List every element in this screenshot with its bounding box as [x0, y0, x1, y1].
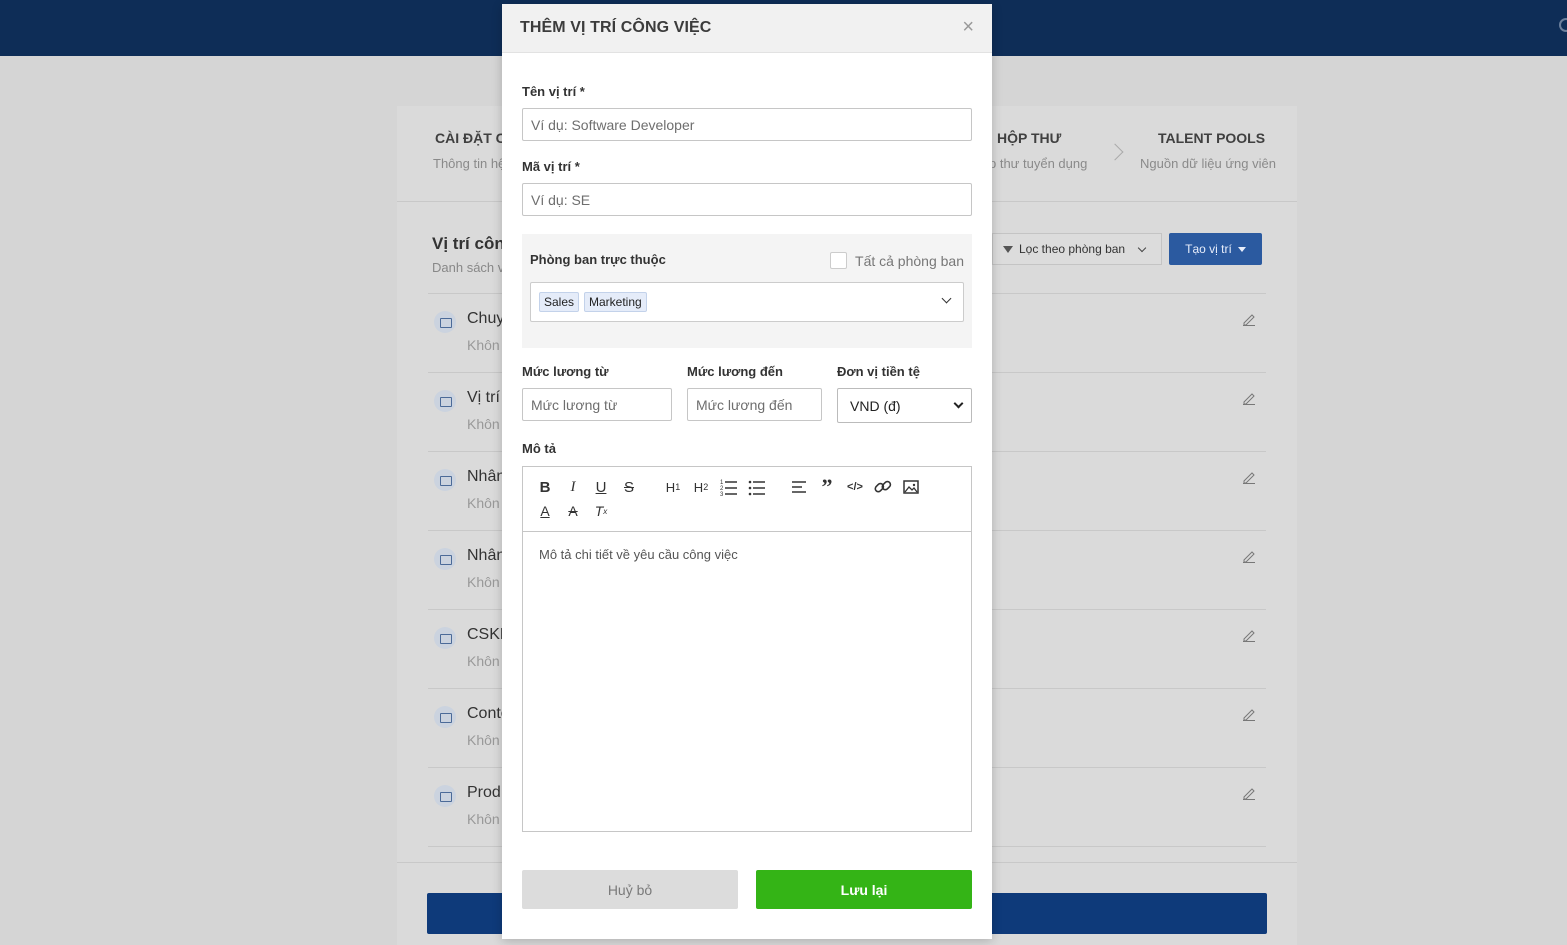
position-name-input[interactable] [522, 108, 972, 141]
filter-department-button[interactable]: Lọc theo phòng ban [992, 233, 1162, 265]
edit-icon[interactable] [1242, 470, 1256, 484]
position-sub: Khôn [467, 337, 500, 353]
align-left-icon[interactable] [789, 477, 809, 497]
step-talent-pools-title[interactable]: TALENT POOLS [1158, 130, 1265, 146]
description-label: Mô tả [522, 441, 556, 456]
code-icon[interactable]: </> [845, 477, 865, 497]
edit-icon[interactable] [1242, 786, 1256, 800]
description-placeholder: Mô tả chi tiết về yêu cầu công việc [539, 547, 738, 562]
step-talent-pools-sub: Nguồn dữ liệu ứng viên [1140, 156, 1276, 171]
italic-icon[interactable]: I [563, 477, 583, 497]
salary-from-label: Mức lương từ [522, 364, 609, 379]
briefcase-icon [434, 706, 456, 728]
step-mailbox-title[interactable]: HỘP THƯ [997, 130, 1061, 146]
position-sub: Khôn [467, 653, 500, 669]
description-editor[interactable]: B I U S H1 H2 123 ” </> A A Tx Mô tả chi… [522, 466, 972, 832]
briefcase-icon [434, 469, 456, 491]
link-icon[interactable] [873, 477, 893, 497]
positions-heading: Vị trí côn [432, 234, 505, 253]
all-departments-checkbox[interactable]: Tất cả phòng ban [830, 252, 964, 269]
filter-department-label: Lọc theo phòng ban [1019, 242, 1126, 256]
position-sub: Khôn [467, 495, 500, 511]
position-title: Nhân [467, 468, 506, 485]
department-label: Phòng ban trực thuộc [530, 252, 666, 267]
modal-title: THÊM VỊ TRÍ CÔNG VIỆC [520, 19, 712, 36]
step-general-title[interactable]: CÀI ĐẶT C [435, 130, 506, 146]
chevron-down-icon [953, 398, 964, 409]
currency-select[interactable]: VND (đ) [837, 388, 972, 423]
edit-icon[interactable] [1242, 312, 1256, 326]
close-icon[interactable]: × [962, 17, 974, 37]
edit-icon[interactable] [1242, 628, 1256, 642]
briefcase-icon [434, 627, 456, 649]
caret-down-icon [1237, 246, 1246, 252]
underline-icon[interactable]: U [591, 477, 611, 497]
create-position-button[interactable]: Tạo vị trí [1169, 233, 1262, 265]
checkbox[interactable] [830, 252, 848, 269]
position-sub: Khôn [467, 732, 500, 748]
position-sub: Khôn [467, 574, 500, 590]
department-tag-marketing[interactable]: Marketing [584, 292, 647, 312]
position-sub: Khôn [467, 416, 500, 432]
background-color-icon[interactable]: A [563, 501, 583, 521]
briefcase-icon [434, 390, 456, 412]
all-departments-label: Tất cả phòng ban [855, 252, 964, 269]
briefcase-icon [434, 311, 456, 333]
bold-icon[interactable]: B [535, 477, 555, 497]
edit-icon[interactable] [1242, 391, 1256, 405]
salary-from-input[interactable] [522, 388, 672, 421]
create-position-label: Tạo vị trí [1185, 242, 1232, 256]
position-title: Nhân [467, 547, 506, 564]
positions-subheading: Danh sách v [432, 260, 505, 275]
step-mailbox-sub: p thư tuyển dụng [989, 156, 1088, 171]
salary-to-input[interactable] [687, 388, 822, 421]
position-title: Chuy [467, 310, 505, 327]
step-arrow-icon [1106, 143, 1124, 161]
heading-1-icon[interactable]: H1 [661, 477, 685, 497]
chevron-down-icon [1137, 243, 1147, 252]
position-sub: Khôn [467, 811, 500, 827]
currency-value: VND (đ) [850, 397, 901, 414]
ordered-list-icon[interactable]: 123 [719, 477, 739, 497]
chevron-down-icon[interactable] [941, 293, 952, 304]
blockquote-icon[interactable]: ” [817, 474, 837, 499]
currency-label: Đơn vị tiền tệ [837, 364, 920, 379]
department-tag-sales[interactable]: Sales [539, 292, 580, 312]
bullet-list-icon[interactable] [747, 477, 767, 497]
briefcase-icon [434, 785, 456, 807]
position-title: Prod [467, 784, 501, 801]
position-name-label: Tên vị trí * [522, 84, 585, 99]
position-title: Vị trí [467, 389, 500, 406]
filter-icon [1003, 245, 1013, 253]
svg-text:3: 3 [720, 492, 724, 497]
salary-to-label: Mức lương đến [687, 364, 783, 379]
image-icon[interactable] [901, 477, 921, 497]
add-position-modal: THÊM VỊ TRÍ CÔNG VIỆC × Tên vị trí * Mã … [502, 4, 992, 939]
position-code-input[interactable] [522, 183, 972, 216]
user-icon[interactable] [1559, 18, 1567, 32]
department-section: Phòng ban trực thuộc Tất cả phòng ban Sa… [522, 234, 972, 348]
strikethrough-icon[interactable]: S [619, 477, 639, 497]
edit-icon[interactable] [1242, 707, 1256, 721]
position-code-label: Mã vị trí * [522, 159, 580, 174]
editor-toolbar: B I U S H1 H2 123 ” </> A A Tx [523, 467, 971, 532]
department-multiselect[interactable]: Sales Marketing [530, 282, 964, 322]
text-color-icon[interactable]: A [535, 501, 555, 521]
step-general-sub: Thông tin hệ [433, 156, 506, 171]
briefcase-icon [434, 548, 456, 570]
clear-format-icon[interactable]: Tx [591, 501, 611, 521]
cancel-button[interactable]: Huỷ bỏ [522, 870, 738, 909]
heading-2-icon[interactable]: H2 [689, 477, 713, 497]
edit-icon[interactable] [1242, 549, 1256, 563]
save-button[interactable]: Lưu lại [756, 870, 972, 909]
modal-header: THÊM VỊ TRÍ CÔNG VIỆC × [502, 4, 992, 53]
